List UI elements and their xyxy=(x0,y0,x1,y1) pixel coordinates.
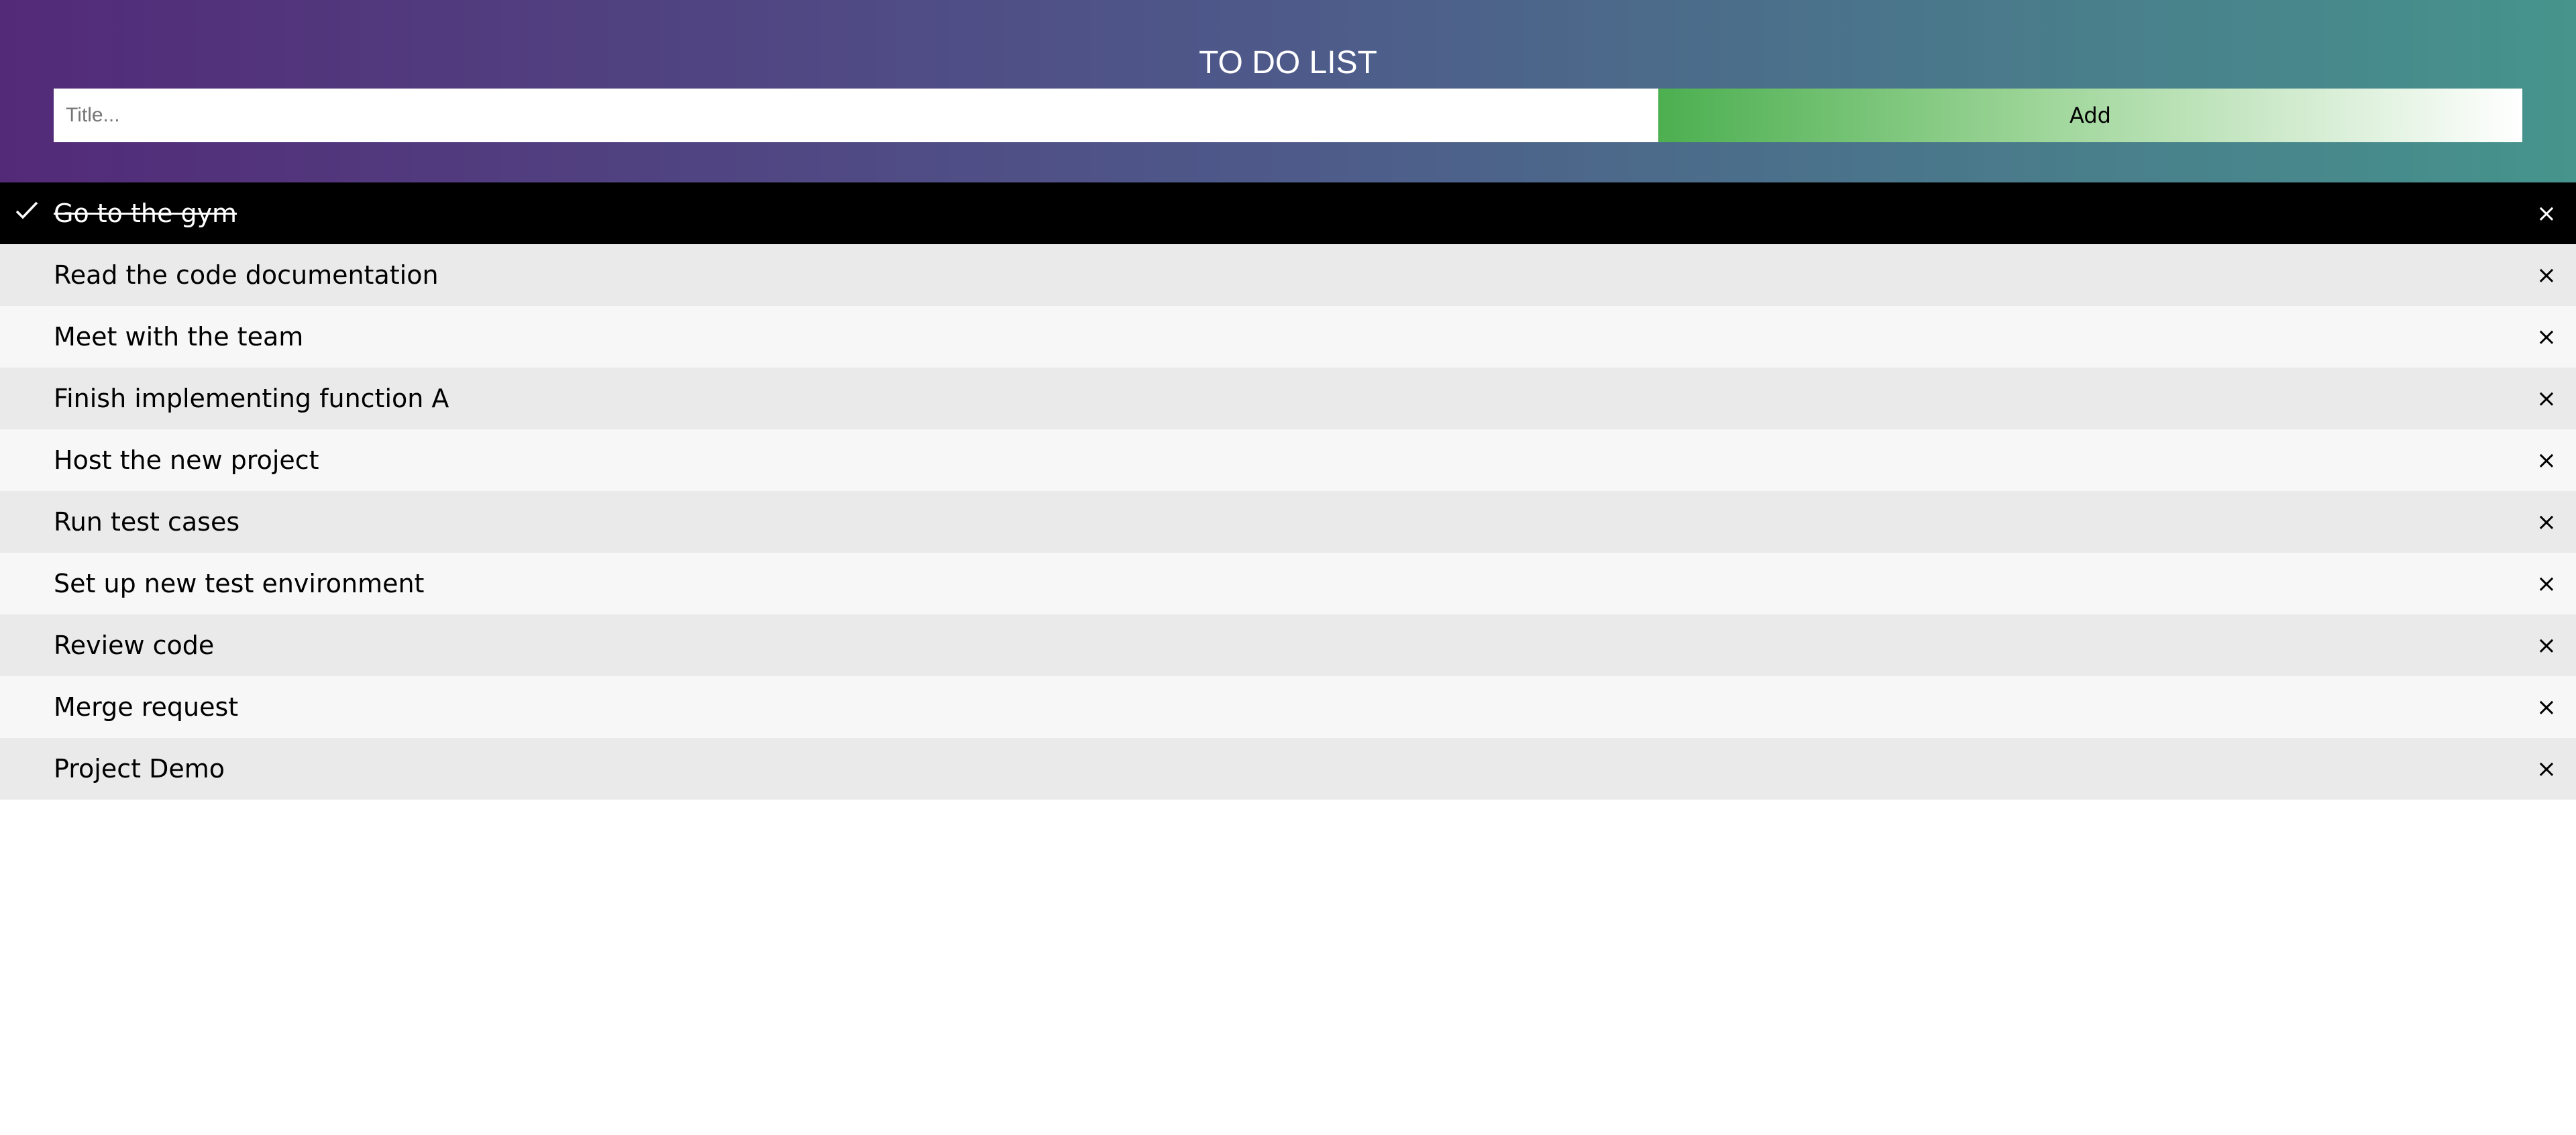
close-icon[interactable]: × xyxy=(2526,553,2567,614)
close-icon[interactable]: × xyxy=(2526,429,2567,491)
todo-item[interactable]: Read the code documentation × xyxy=(0,244,2576,306)
input-row: Add xyxy=(54,89,2522,142)
close-icon[interactable]: × xyxy=(2526,614,2567,676)
todo-text: Run test cases xyxy=(54,507,240,537)
todo-item[interactable]: Set up new test environment × xyxy=(0,553,2576,614)
todo-item[interactable]: Run test cases × xyxy=(0,491,2576,553)
page-title: TO DO LIST xyxy=(1199,45,1377,80)
todo-item[interactable]: Review code × xyxy=(0,614,2576,676)
close-icon[interactable]: × xyxy=(2526,182,2567,244)
todo-text: Review code xyxy=(54,631,215,660)
check-icon xyxy=(15,201,38,219)
close-icon[interactable]: × xyxy=(2526,491,2567,553)
todo-text: Project Demo xyxy=(54,754,225,783)
todo-item[interactable]: Meet with the team × xyxy=(0,306,2576,368)
todo-item[interactable]: Go to the gym × xyxy=(0,182,2576,244)
close-icon[interactable]: × xyxy=(2526,738,2567,800)
close-icon[interactable]: × xyxy=(2526,676,2567,738)
close-icon[interactable]: × xyxy=(2526,368,2567,429)
todo-text: Set up new test environment xyxy=(54,569,425,598)
todo-item[interactable]: Project Demo × xyxy=(0,738,2576,800)
todo-text: Go to the gym xyxy=(54,199,237,228)
todo-item[interactable]: Host the new project × xyxy=(0,429,2576,491)
close-icon[interactable]: × xyxy=(2526,306,2567,368)
header: TO DO LIST Add xyxy=(0,0,2576,182)
todo-list: Go to the gym × Read the code documentatio… xyxy=(0,182,2576,800)
todo-item[interactable]: Finish implementing function A × xyxy=(0,368,2576,429)
todo-text: Finish implementing function A xyxy=(54,384,449,413)
title-input[interactable] xyxy=(54,89,1658,142)
todo-text: Read the code documentation xyxy=(54,260,439,290)
close-icon[interactable]: × xyxy=(2526,244,2567,306)
todo-text: Merge request xyxy=(54,692,239,722)
add-button[interactable]: Add xyxy=(1658,89,2522,142)
todo-text: Host the new project xyxy=(54,445,319,475)
todo-text: Meet with the team xyxy=(54,322,304,352)
todo-item[interactable]: Merge request × xyxy=(0,676,2576,738)
